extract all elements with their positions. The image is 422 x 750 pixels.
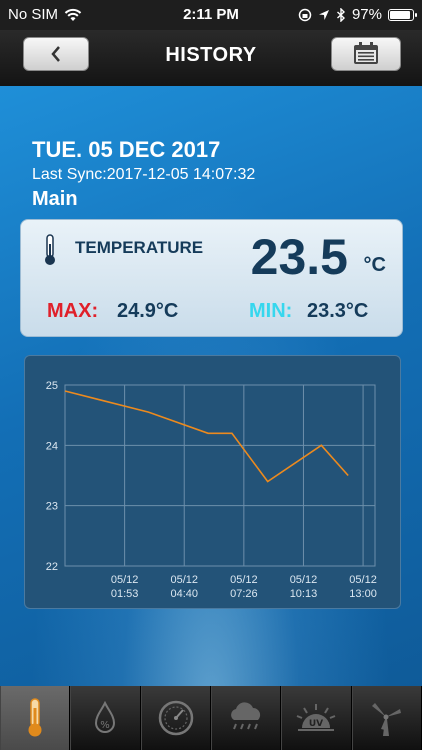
uv-label: UV: [309, 719, 323, 729]
thermometer-icon: [45, 234, 55, 265]
temperature-card: TEMPERATURE 23.5 °C MAX: 24.9°C MIN: 23.…: [20, 219, 403, 337]
x-tick-label: 01:53: [111, 588, 139, 600]
nav-bar: HISTORY: [0, 30, 422, 86]
tab-uv[interactable]: UV: [281, 686, 352, 750]
svg-text:%: %: [101, 720, 111, 731]
wind-icon: [371, 703, 401, 736]
barometer-icon: [158, 700, 194, 736]
x-tick-label: 05/12: [111, 574, 139, 586]
humidity-icon: %: [95, 701, 116, 733]
x-tick-label: 05/12: [290, 574, 318, 586]
plot-frame: [64, 384, 376, 567]
min-value: 23.3°C: [307, 300, 369, 322]
temperature-series-line: [64, 390, 349, 483]
x-tick-label: 10:13: [290, 588, 318, 600]
tab-rain[interactable]: [210, 686, 282, 750]
tab-humidity[interactable]: %: [70, 686, 141, 750]
tab-wind[interactable]: [351, 686, 422, 750]
x-tick-label: 05/12: [170, 574, 198, 586]
reading-label: TEMPERATURE: [75, 238, 204, 257]
status-bar: No SIM 2:11 PM 97%: [0, 0, 422, 30]
lock-rotation-icon: [298, 8, 312, 21]
bluetooth-icon: [336, 7, 345, 22]
max-value: 24.9°C: [117, 300, 179, 322]
battery-percent: 97%: [351, 6, 382, 23]
current-temperature: 23.5: [250, 229, 348, 285]
calendar-button[interactable]: [331, 37, 401, 71]
tab-temperature[interactable]: [0, 686, 71, 750]
x-tick-label: 05/12: [230, 574, 258, 586]
tab-pressure[interactable]: [140, 686, 211, 750]
tab-bar: % UV: [0, 686, 422, 750]
last-sync: Last Sync:2017-12-05 14:07:32: [32, 166, 256, 183]
y-tick-label: 23: [46, 501, 58, 513]
history-date: TUE. 05 DEC 2017: [32, 137, 221, 162]
x-tick-label: 07:26: [230, 588, 258, 600]
history-chart: 22 23 24 25 05/12 01:53 05/12 04:40 05/12 07:26 05…: [24, 355, 401, 609]
thermometer-icon: [28, 698, 42, 737]
min-label: MIN:: [249, 300, 293, 322]
x-tick-label: 04:40: [170, 588, 198, 600]
device-name: Main: [32, 188, 78, 210]
uv-icon: UV: [297, 704, 336, 731]
x-tick-label: 13:00: [349, 588, 377, 600]
y-tick-label: 24: [46, 440, 58, 452]
calendar-icon: [354, 42, 378, 64]
y-tick-label: 22: [46, 561, 58, 573]
battery-icon: [388, 8, 417, 21]
temperature-unit: °C: [363, 254, 386, 276]
y-tick-label: 25: [46, 380, 58, 392]
max-label: MAX:: [47, 300, 99, 322]
temperature-chart-svg: 22 23 24 25 05/12 01:53 05/12 04:40 05/12 07:26 05…: [46, 380, 377, 600]
x-tick-label: 05/12: [349, 574, 377, 586]
rain-icon: [231, 702, 261, 730]
location-icon: [318, 9, 329, 20]
